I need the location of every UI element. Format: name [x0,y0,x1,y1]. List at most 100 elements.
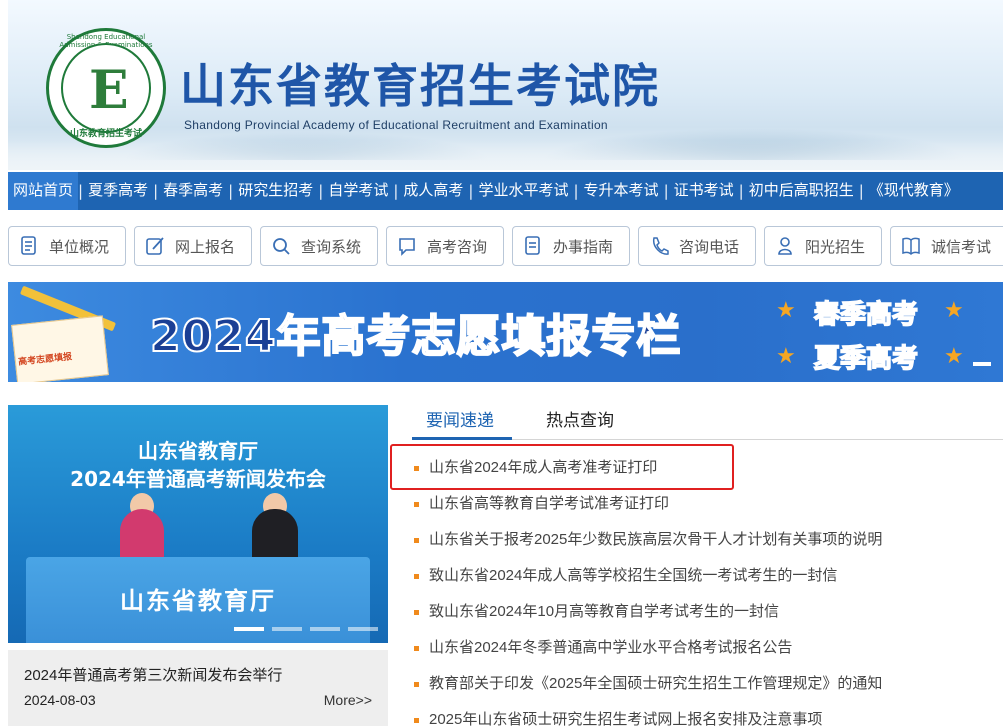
book-icon [902,237,920,256]
quick-link-service-guide[interactable]: 办事指南 [512,226,630,266]
bullet-icon [414,609,419,615]
news-item[interactable]: 山东省2024年成人高考准考证打印 [412,450,1003,486]
news-item[interactable]: 山东省关于报考2025年少数民族高层次骨干人才计划有关事项的说明 [412,522,1003,558]
slide-title-line1: 山东省教育厅 [138,439,258,463]
desk-label: 山东省教育厅 [120,587,276,615]
quick-link-sunshine-admission[interactable]: 阳光招生 [764,226,882,266]
news-item-title: 致山东省2024年成人高等学校招生全国统一考试考生的一封信 [429,567,838,584]
star-icon: ★ [776,298,796,323]
edit-icon [146,237,164,255]
site-header: Shandong Educational Admission & Examina… [8,0,1003,170]
news-item-title: 2025年山东省硕士研究生招生考试网上报名安排及注意事项 [429,711,823,726]
news-item[interactable]: 教育部关于印发《2025年全国硕士研究生招生工作管理规定》的通知 [412,666,1003,702]
star-icon: ★ [944,298,964,323]
nav-separator: | [663,182,669,200]
nav-spring-gaokao[interactable]: 春季高考 [158,172,228,210]
nav-modern-education[interactable]: 《现代教育》 [864,172,964,210]
logo-ring-text-bottom: 山东教育招生考试 [69,129,142,139]
news-list: 山东省2024年成人高考准考证打印 山东省高等教育自学考试准考证打印 山东省关于… [412,450,1003,726]
bullet-icon [414,465,419,471]
news-item-title: 致山东省2024年10月高等教育自学考试考生的一封信 [429,603,780,620]
bullet-icon [414,537,419,543]
quick-link-query-system[interactable]: 查询系统 [260,226,378,266]
tab-news-express[interactable]: 要闻速递 [426,406,494,431]
nav-proficiency-test[interactable]: 学业水平考试 [473,172,573,210]
bullet-icon [414,645,419,651]
quick-link-label: 查询系统 [301,238,362,256]
nav-separator: | [228,182,234,200]
quick-link-gaokao-consult[interactable]: 高考咨询 [386,226,504,266]
nav-vocational-admission[interactable]: 初中后高职招生 [744,172,859,210]
nav-separator: | [393,182,399,200]
document-icon [21,236,36,255]
quick-link-hotline[interactable]: 咨询电话 [638,226,756,266]
news-item-title: 山东省高等教育自学考试准考证打印 [429,495,670,512]
nav-separator: | [858,182,864,200]
nav-separator: | [78,182,84,200]
quick-link-online-registration[interactable]: 网上报名 [134,226,252,266]
phone-icon [652,237,669,255]
caption-title[interactable]: 2024年普通高考第三次新闻发布会举行 [24,664,282,685]
nav-graduate-exam[interactable]: 研究生招考 [233,172,318,210]
news-carousel[interactable]: 山东省教育厅 2024年普通高考新闻发布会 山东省教育厅 [8,405,388,643]
site-subtitle: Shandong Provincial Academy of Education… [184,118,608,132]
quick-link-label: 阳光招生 [805,238,866,256]
carousel-dot[interactable] [310,627,340,631]
nav-separator: | [153,182,159,200]
star-icon: ★ [776,344,796,369]
nav-certificate-exam[interactable]: 证书考试 [669,172,739,210]
guide-icon [525,236,540,255]
slide-title-line2: 2024年普通高考新闻发布会 [70,467,326,491]
news-item[interactable]: 致山东省2024年成人高等学校招生全国统一考试考生的一封信 [412,558,1003,594]
summer-gaokao-link[interactable]: 夏季高考 [813,338,919,375]
quick-link-label: 高考咨询 [427,238,488,256]
nav-separator: | [573,182,579,200]
quick-link-label: 咨询电话 [679,238,740,256]
gaokao-application-banner[interactable]: 高考志愿填报 2024年高考志愿填报专栏 ★ 春季高考 ★ ★ 夏季高考 ★ [8,282,1003,382]
news-item[interactable]: 2025年山东省硕士研究生招生考试网上报名安排及注意事项 [412,702,1003,726]
banner-headline: 2024年高考志愿填报专栏 [149,310,682,363]
search-icon [273,238,290,255]
site-logo[interactable]: Shandong Educational Admission & Examina… [46,28,166,148]
paper-illustration [11,315,109,382]
quick-link-unit-overview[interactable]: 单位概况 [8,226,126,266]
nav-self-study-exam[interactable]: 自学考试 [323,172,393,210]
logo-inner-circle: E [61,43,151,133]
bullet-icon [414,681,419,687]
caption-date: 2024-08-03 [24,692,96,708]
news-item[interactable]: 山东省2024年冬季普通高中学业水平合格考试报名公告 [412,630,1003,666]
bullet-icon [414,717,419,723]
logo-letter: E [89,60,129,121]
carousel-dots [234,627,378,631]
user-icon [778,237,792,255]
star-icon: ★ [944,344,964,369]
quick-link-label: 办事指南 [553,238,614,256]
nav-upgrade-exam[interactable]: 专升本考试 [579,172,664,210]
bullet-icon [414,501,419,507]
bullet-icon [414,573,419,579]
quick-link-label: 诚信考试 [931,238,992,256]
nav-separator: | [468,182,474,200]
nav-adult-exam[interactable]: 成人高考 [398,172,468,210]
site-title: 山东省教育招生考试院 [180,59,660,113]
carousel-dot[interactable] [234,627,264,631]
more-link[interactable]: More>> [324,692,372,708]
nav-summer-gaokao[interactable]: 夏季高考 [83,172,153,210]
spring-gaokao-link[interactable]: 春季高考 [813,294,919,331]
news-item-title: 山东省2024年成人高考准考证打印 [429,459,658,476]
nav-separator: | [738,182,744,200]
quick-link-integrity-exam[interactable]: 诚信考试 [890,226,1003,266]
news-item[interactable]: 山东省高等教育自学考试准考证打印 [412,486,1003,522]
carousel-dot[interactable] [272,627,302,631]
nav-home[interactable]: 网站首页 [8,172,79,210]
news-item-title: 山东省2024年冬季普通高中学业水平合格考试报名公告 [429,639,793,656]
carousel-dot[interactable] [348,627,378,631]
quick-links: 单位概况 网上报名 查询系统 高考咨询 办事指南 咨询电话 阳光招生 诚信考试 [8,226,1003,266]
news-tabs: 要闻速递 热点查询 [412,400,1003,440]
header-mist [8,140,1003,170]
tab-hot-query[interactable]: 热点查询 [546,406,614,431]
quick-link-label: 单位概况 [49,238,110,256]
quick-link-label: 网上报名 [175,238,236,256]
carousel-caption: 2024年普通高考第三次新闻发布会举行 2024-08-03 More>> [8,650,388,726]
news-item[interactable]: 致山东省2024年10月高等教育自学考试考生的一封信 [412,594,1003,630]
